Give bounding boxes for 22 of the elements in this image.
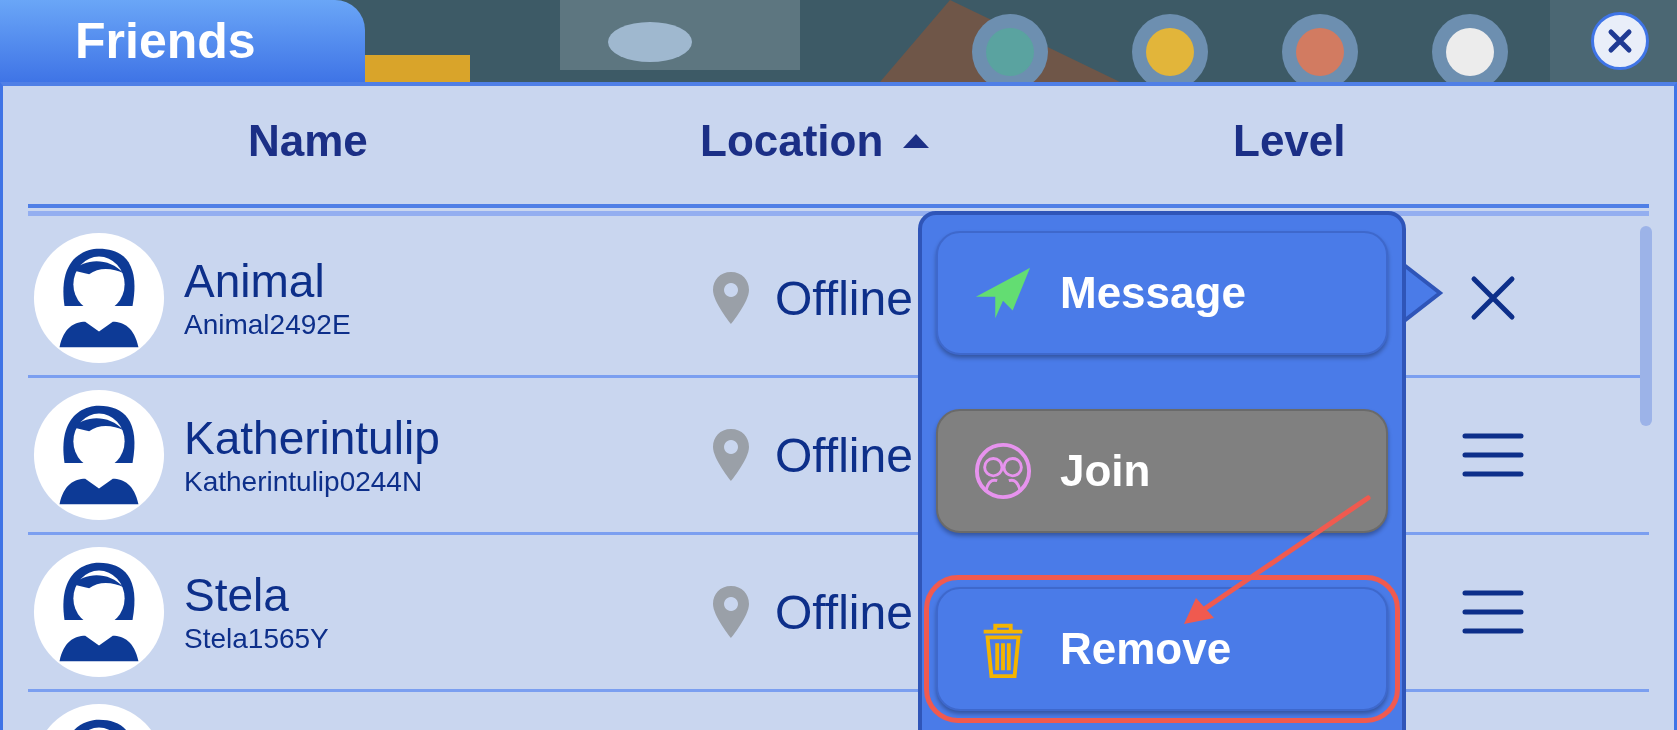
two-faces-icon bbox=[974, 442, 1032, 500]
sort-up-icon bbox=[901, 132, 932, 150]
friend-name: Animal bbox=[184, 254, 326, 308]
menu-item-button[interactable]: Remove bbox=[936, 587, 1388, 711]
username: Katherintulip0244N bbox=[184, 465, 424, 499]
friend-name: Stela bbox=[184, 568, 290, 622]
window-title: Friends bbox=[0, 0, 365, 82]
friend-name: Katherintulip bbox=[184, 411, 440, 465]
username: Animal2492E bbox=[184, 308, 351, 342]
location-text: Offline bbox=[775, 584, 913, 640]
menu-pointer bbox=[1404, 263, 1444, 323]
scrollbar-thumb[interactable] bbox=[1640, 226, 1652, 426]
column-header[interactable]: Level bbox=[1233, 116, 1346, 166]
location-pin-icon bbox=[711, 584, 751, 640]
location-text: Offline bbox=[775, 270, 913, 326]
location-pin-icon bbox=[711, 270, 751, 326]
menu-item-button[interactable]: Message bbox=[936, 231, 1388, 355]
location-text: Offline bbox=[775, 427, 913, 483]
location-pin-icon bbox=[711, 427, 751, 483]
sorted-column-header[interactable]: Location bbox=[700, 116, 932, 166]
username: Stela1565Y bbox=[184, 622, 329, 656]
column-header[interactable]: Name bbox=[248, 116, 368, 166]
